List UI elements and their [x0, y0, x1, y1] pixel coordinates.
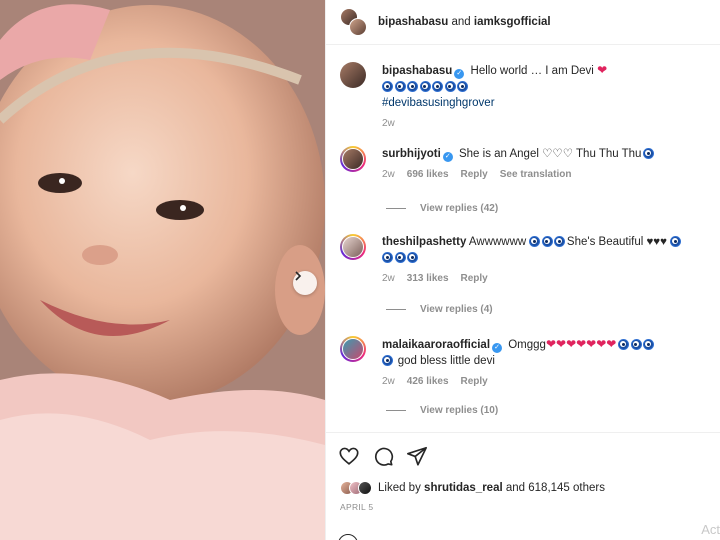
nazar-eye-icon	[419, 81, 431, 92]
comment-time: 2w	[382, 273, 395, 284]
verified-icon: ✓	[492, 343, 503, 353]
share-icon[interactable]	[406, 445, 428, 467]
nazar-eye-icon	[670, 236, 682, 247]
avatar[interactable]	[340, 234, 366, 260]
nazar-eye-icon	[382, 252, 393, 263]
post-side-panel: bipashabasu and iamksgofficial bipashaba…	[325, 0, 720, 540]
collab-avatars[interactable]	[340, 8, 368, 36]
avatar[interactable]	[358, 481, 372, 495]
view-replies-button[interactable]: View replies (10)	[386, 405, 498, 416]
liked-by: Liked by shrutidas_real and 618,145 othe…	[340, 481, 605, 495]
view-replies-button[interactable]: View replies (42)	[386, 203, 498, 214]
avatar[interactable]	[349, 18, 367, 36]
nazar-eye-icon	[541, 236, 553, 247]
comment-text: Omggg	[508, 339, 546, 351]
nazar-eye-icon	[432, 81, 443, 92]
nazar-eye-icon	[382, 81, 393, 92]
comment-icon[interactable]	[372, 445, 394, 467]
comment: theshilpashetty Awwwwww She's Beautiful …	[340, 234, 712, 287]
view-replies-button[interactable]: View replies (4)	[386, 304, 493, 315]
verified-icon: ✓	[442, 152, 453, 162]
nazar-eye-icon	[630, 339, 642, 350]
reply-button[interactable]: Reply	[461, 374, 488, 390]
comment-text: She is an Angel ♡♡♡ Thu Thu Thu	[458, 148, 642, 160]
nazar-eye-icon	[394, 252, 406, 263]
reply-button[interactable]: Reply	[461, 271, 488, 287]
avatar[interactable]	[340, 336, 366, 362]
comment-likes[interactable]: 313 likes	[407, 271, 449, 287]
emoji-icon[interactable]	[338, 534, 358, 540]
comment-username[interactable]: malaikaaroraofficial	[382, 339, 490, 351]
caption-time: 2w	[382, 118, 395, 129]
nazar-eye-icon	[618, 339, 630, 350]
nazar-eye-icon	[444, 81, 456, 92]
nazar-eye-icon	[394, 81, 406, 92]
heart-icon[interactable]	[338, 445, 360, 467]
activate-watermark: Act	[701, 522, 720, 537]
verified-icon: ✓	[454, 69, 465, 79]
red-heart-icon: ❤	[597, 63, 608, 77]
comment-likes[interactable]: 426 likes	[407, 374, 449, 390]
comment-time: 2w	[382, 169, 395, 180]
nazar-eye-icon	[407, 252, 418, 263]
caption-text: Hello world … I am Devi	[470, 65, 594, 77]
author-username[interactable]: bipashabasu	[378, 16, 448, 28]
avatar[interactable]	[340, 146, 366, 172]
comment-username[interactable]: surbhijyoti	[382, 148, 441, 160]
nazar-eye-icon	[554, 236, 566, 247]
caption-username[interactable]: bipashabasu	[382, 65, 452, 77]
nazar-eye-icon	[643, 339, 655, 350]
nazar-eye-icon	[407, 81, 418, 92]
liked-by-username[interactable]: shrutidas_real	[424, 482, 503, 494]
post-date[interactable]: APRIL 5	[340, 502, 373, 512]
comment-time: 2w	[382, 376, 395, 387]
reply-button[interactable]: Reply	[461, 167, 488, 183]
comment: malaikaaroraofficial ✓ Omggg❤❤❤❤❤❤❤ god b…	[340, 336, 712, 390]
nazar-eye-row	[382, 81, 470, 93]
nazar-eye-icon	[457, 81, 468, 92]
comment-text: Awwwwww	[468, 236, 527, 248]
collab-joiner: and	[451, 16, 471, 28]
post-header: bipashabasu and iamksgofficial	[326, 0, 720, 45]
nazar-eye-icon	[643, 148, 655, 159]
collab-username[interactable]: iamksgofficial	[474, 16, 551, 28]
likes-count[interactable]: and 618,145 others	[506, 482, 605, 494]
post-actions: Liked by shrutidas_real and 618,145 othe…	[326, 432, 720, 540]
red-heart-icon: ❤❤❤❤❤❤❤	[545, 337, 617, 351]
post-photo	[0, 0, 325, 540]
carousel-next-button[interactable]	[293, 271, 317, 295]
comment: surbhijyoti ✓ She is an Angel ♡♡♡ Thu Thu…	[340, 146, 712, 183]
comment-likes[interactable]: 696 likes	[407, 167, 449, 183]
chevron-right-icon	[295, 271, 302, 281]
see-translation-button[interactable]: See translation	[500, 167, 572, 183]
comment-text: god bless little devi	[397, 355, 495, 367]
caption-hashtag[interactable]: #devibasusinghgrover	[382, 97, 495, 109]
caption: bipashabasu ✓ Hello world … I am Devi ❤ #…	[340, 62, 712, 132]
nazar-eye-icon	[382, 355, 393, 366]
nazar-eye-icon	[529, 236, 541, 247]
comments-list[interactable]: bipashabasu ✓ Hello world … I am Devi ❤ #…	[326, 46, 720, 432]
avatar[interactable]	[340, 62, 366, 88]
baby-photo	[0, 0, 325, 540]
comment-username[interactable]: theshilpashetty	[382, 236, 466, 248]
comment-text: She's Beautiful ♥♥♥	[566, 236, 667, 248]
